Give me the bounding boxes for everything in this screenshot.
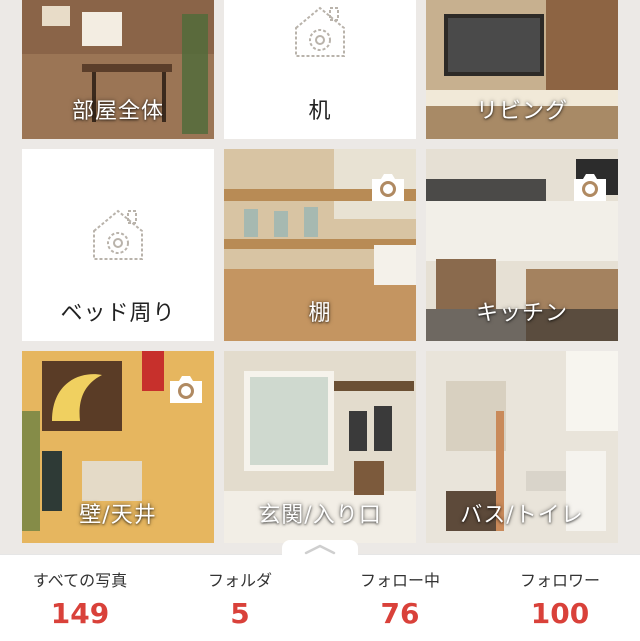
camera-house-placeholder-icon: [295, 6, 345, 57]
folder-label: キッチン: [475, 301, 568, 326]
folder-label: バス/トイレ: [460, 503, 584, 528]
folder-label: 壁/天井: [79, 503, 157, 528]
folder-tile-shelf[interactable]: 棚: [224, 149, 416, 341]
folder-label: 棚: [308, 301, 332, 326]
chevron-up-icon: [304, 544, 336, 555]
camera-icon: [574, 174, 606, 201]
folder-label: リビング: [475, 99, 568, 124]
profile-stats-bar: すべての写真 149 フォルダ 5 フォロー中 76 フォロワー 100: [0, 554, 640, 641]
stat-label: すべての写真: [32, 571, 128, 590]
camera-icon: [372, 174, 404, 201]
stat-following[interactable]: フォロー中 76: [320, 555, 480, 641]
camera-icon: [170, 376, 202, 403]
folder-tile-room[interactable]: 部屋全体: [22, 0, 214, 139]
stat-value: 76: [380, 597, 420, 630]
stat-all-photos[interactable]: すべての写真 149: [0, 555, 160, 641]
stat-value: 5: [230, 597, 250, 630]
folder-tile-desk[interactable]: 机: [224, 0, 416, 139]
folder-tile-living[interactable]: リビング: [426, 0, 618, 139]
folder-label: 玄関/入り口: [258, 503, 382, 528]
stat-value: 149: [50, 597, 110, 630]
folder-label: 机: [308, 99, 332, 124]
folder-grid: 部屋全体 机 リビング ベッド周り 棚 キッチン 壁/天井 玄関/入り口 バス/…: [0, 0, 640, 560]
stat-folders[interactable]: フォルダ 5: [160, 555, 320, 641]
folder-tile-entrance[interactable]: 玄関/入り口: [224, 351, 416, 543]
drawer-handle[interactable]: [282, 540, 358, 558]
folder-tile-wall[interactable]: 壁/天井: [22, 351, 214, 543]
stat-label: フォルダ: [207, 571, 272, 590]
camera-house-placeholder-icon: [93, 209, 143, 260]
stat-value: 100: [530, 597, 590, 630]
stat-followers[interactable]: フォロワー 100: [480, 555, 640, 641]
folder-label: ベッド周り: [60, 301, 176, 326]
folder-tile-bed[interactable]: ベッド周り: [22, 149, 214, 341]
stat-label: フォロー中: [359, 571, 440, 590]
folder-tile-bath[interactable]: バス/トイレ: [426, 351, 618, 543]
folder-label: 部屋全体: [71, 99, 164, 124]
folder-tile-kitchen[interactable]: キッチン: [426, 149, 618, 341]
stat-label: フォロワー: [519, 571, 600, 590]
